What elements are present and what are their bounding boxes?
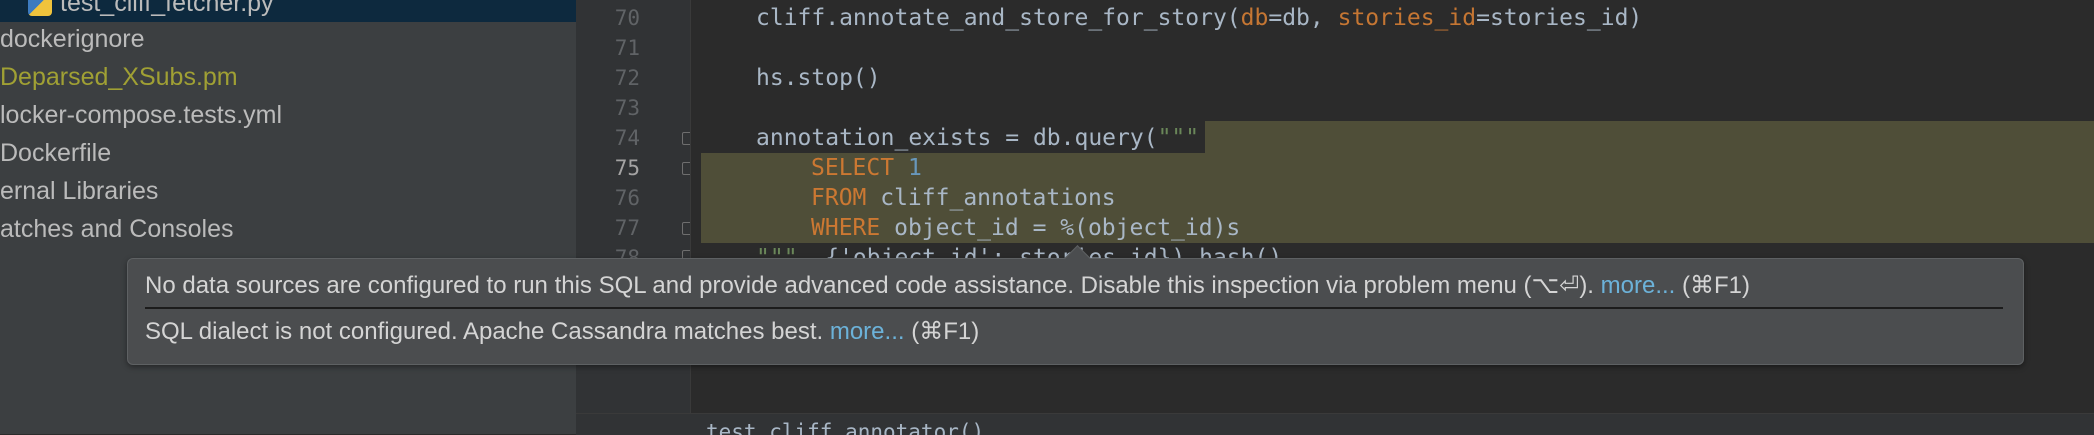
code-line-70: cliff.annotate_and_store_for_story(db=db… xyxy=(756,5,1643,31)
more-link[interactable]: more... xyxy=(830,318,905,345)
tooltip-text: No data sources are configured to run th… xyxy=(145,272,1594,299)
tree-item-scratches-consoles[interactable]: atches and Consoles xyxy=(0,210,233,248)
line-number: 73 xyxy=(614,96,640,120)
code-line-74: annotation_exists = db.query(""" xyxy=(756,125,1200,151)
tree-item-label: ernal Libraries xyxy=(0,177,159,205)
inspection-tooltip: No data sources are configured to run th… xyxy=(127,245,2024,365)
tree-item-deparsed-xsubs[interactable]: Deparsed_XSubs.pm xyxy=(0,58,238,96)
tooltip-divider xyxy=(145,307,2003,309)
line-number: 72 xyxy=(614,66,640,90)
tree-item-dockerfile[interactable]: Dockerfile xyxy=(0,134,111,172)
breadcrumb-function[interactable]: test_cliff_annotator() xyxy=(706,420,984,435)
tooltip-message-1: No data sources are configured to run th… xyxy=(145,271,1750,300)
shortcut-hint: (⌘F1) xyxy=(1682,272,1751,299)
python-file-icon xyxy=(28,0,52,17)
line-number: 71 xyxy=(614,36,640,60)
tree-item-docker-compose[interactable]: locker-compose.tests.yml xyxy=(0,96,282,134)
tree-item-label: Dockerfile xyxy=(0,139,112,167)
tooltip-text: SQL dialect is not configured. Apache Ca… xyxy=(145,318,824,345)
code-line-77: WHERE object_id = %(object_id)s xyxy=(811,215,1241,241)
line-number-current: 75 xyxy=(614,156,640,180)
project-tree: test_cliff_fetcher.py dockerignore Depar… xyxy=(0,0,576,434)
line-number: 74 xyxy=(614,126,640,150)
breadcrumb-bar[interactable]: test_cliff_annotator() xyxy=(576,413,2094,435)
line-number: 70 xyxy=(614,6,640,30)
code-line-76: FROM cliff_annotations xyxy=(811,185,1116,211)
code-line-75: SELECT 1 xyxy=(811,155,922,181)
line-number: 76 xyxy=(614,186,640,210)
code-line-72: hs.stop() xyxy=(756,65,881,91)
tree-item-label: dockerignore xyxy=(0,25,145,53)
tree-item-label: test_cliff_fetcher.py xyxy=(60,0,274,17)
sql-injection-highlight xyxy=(1205,121,2094,153)
tree-item-test-cliff-fetcher[interactable]: test_cliff_fetcher.py xyxy=(0,0,576,22)
tree-item-label: locker-compose.tests.yml xyxy=(0,101,283,129)
tree-item-external-libraries[interactable]: ernal Libraries xyxy=(0,172,158,210)
line-number: 77 xyxy=(614,216,640,240)
tooltip-message-2: SQL dialect is not configured. Apache Ca… xyxy=(145,317,979,346)
tree-item-label: Deparsed_XSubs.pm xyxy=(0,63,238,91)
tree-item-dockerignore[interactable]: dockerignore xyxy=(0,20,145,58)
tree-item-label: atches and Consoles xyxy=(0,215,234,243)
more-link[interactable]: more... xyxy=(1601,272,1676,299)
shortcut-hint: (⌘F1) xyxy=(911,318,980,345)
